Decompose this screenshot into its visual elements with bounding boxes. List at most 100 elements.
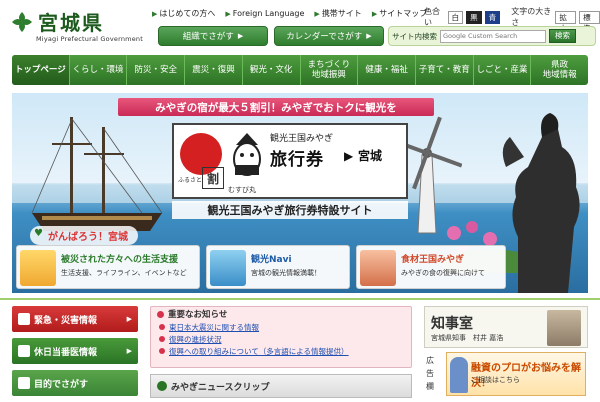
news-clip-header[interactable]: みやぎニュースクリップ [150, 374, 412, 398]
news-icon [157, 381, 167, 391]
util-link-label: サイトマップ [379, 9, 428, 18]
bullet-icon: ▶ [314, 9, 320, 18]
discount-box: 割 [202, 167, 224, 189]
person-illustration-icon [450, 357, 468, 393]
util-link-foreign-language[interactable]: ▶ Foreign Language [225, 8, 304, 19]
global-nav: トップページ くらし・環境 防災・安全 震災・復興 観光・文化 まちづくり 地域… [12, 55, 588, 85]
org-search-button[interactable]: 組織でさがす ▶ [158, 26, 268, 46]
ticket-site-title[interactable]: 観光王国みやぎ旅行券特設サイト [172, 201, 408, 219]
boat-illustration-icon [210, 250, 246, 286]
bullet-icon: ▶ [152, 9, 158, 18]
hero-banner[interactable]: みやぎの宿が最大５割引！みやぎでおトクに観光を ふるさと 割 むすび丸 観光王国… [12, 93, 588, 293]
emergency-info-button[interactable]: 緊急・災害情報 ▶ [12, 306, 138, 332]
ad-subtext: ご相談はこちら [471, 376, 520, 384]
nav-top[interactable]: トップページ [12, 55, 70, 85]
promo-food-kingdom[interactable]: 食材王国みやぎ みやぎの食の復興に向けて [356, 245, 506, 289]
promo-tourism-navi[interactable]: 観光Navi 宮城の観光情報満載！ [206, 245, 350, 289]
governor-office[interactable]: 知事室 宮城県知事 村井 嘉浩 [424, 306, 588, 348]
color-blue-button[interactable]: 青 [484, 10, 501, 24]
notice-link-label: 復興への取り組みについて（多言語による情報提供） [169, 346, 349, 356]
arrow-right-icon: ▶ [344, 149, 354, 163]
ticket-subtitle: 観光王国みやぎ [270, 134, 334, 144]
bullet-icon: ▶ [371, 9, 378, 18]
promo-title: 観光Navi [251, 255, 292, 265]
banner-headline: みやぎの宿が最大５割引！みやぎでおトクに観光を [118, 98, 434, 116]
font-standard-button[interactable]: 標準 [579, 10, 600, 33]
ganbaro-text: がんばろう！宮城 [48, 232, 128, 243]
ad-banner[interactable]: 融資のプロがお悩みを解決！ ご相談はこちら [446, 352, 586, 396]
promo-title: 被災された方々への生活支援 [61, 255, 179, 265]
holiday-doctor-button[interactable]: 休日当番医情報 ▶ [12, 338, 138, 364]
notice-header: 重要なお知らせ [151, 307, 411, 321]
util-link-sitemap[interactable]: ▶ サイトマップ [372, 8, 427, 19]
logo-subtitle: Miyagi Prefectural Government [36, 35, 143, 43]
arrow-right-icon: ▶ [237, 32, 244, 40]
section-divider [0, 298, 600, 300]
bullet-icon: ▶ [225, 9, 231, 18]
ad-label: 広告欄 [426, 356, 434, 391]
notice-link-label: 復興の進捗状況 [169, 334, 222, 344]
notice-link[interactable]: 東日本大震災に関する情報 [159, 321, 411, 333]
color-black-button[interactable]: 黒 [466, 10, 482, 24]
governor-photo [547, 310, 581, 346]
util-link-first-time[interactable]: ▶ はじめての方へ [152, 8, 215, 19]
list-icon [18, 377, 30, 389]
calendar-search-label: カレンダーでさがす [286, 32, 363, 42]
nav-community[interactable]: まちづくり 地域振興 [301, 55, 359, 85]
site-search: サイト内検索 検索 [388, 26, 596, 46]
bullet-icon [159, 348, 165, 354]
logo-title: 宮城県 [38, 11, 104, 35]
notice-dot-icon [157, 310, 164, 318]
promo-life-support[interactable]: 被災された方々への生活支援 生活支援、ライフライン、イベントなど [16, 245, 200, 289]
ticket-title: 旅行券 [270, 150, 324, 170]
holiday-doctor-label: 休日当番医情報 [34, 347, 98, 358]
heart-icon: ♥ [34, 228, 43, 239]
notice-title: 重要なお知らせ [168, 310, 228, 320]
notice-link[interactable]: 復興の進捗状況 [159, 333, 411, 345]
left-menu: 緊急・災害情報 ▶ 休日当番医情報 ▶ 目的でさがす [12, 306, 138, 402]
furusato-label: ふるさと [178, 177, 203, 184]
emergency-label: 緊急・災害情報 [34, 315, 98, 326]
nav-health[interactable]: 健康・福祉 [358, 55, 416, 85]
arrow-right-icon: ▶ [126, 347, 132, 355]
sailing-ship-illustration [31, 117, 163, 231]
util-link-label: はじめての方へ [159, 9, 216, 18]
font-enlarge-button[interactable]: 拡大 [555, 10, 577, 33]
nav-living[interactable]: くらし・環境 [70, 55, 128, 85]
family-illustration-icon [20, 250, 56, 286]
notice-list: 東日本大震災に関する情報 復興の進捗状況 復興への取り組みについて（多言語による… [151, 321, 411, 357]
medical-cross-icon [18, 345, 30, 357]
util-link-label: 携帯サイト [321, 9, 362, 18]
bullet-icon [159, 324, 165, 330]
nav-tourism[interactable]: 観光・文化 [243, 55, 301, 85]
horse-statue-illustration [502, 113, 580, 293]
nav-government[interactable]: 県政 地域情報 [531, 55, 588, 85]
promo-title: 食材王国みやぎ [401, 255, 465, 265]
travel-ticket-panel[interactable]: ふるさと 割 むすび丸 観光王国みやぎ 旅行券 ▶ 宮城 [172, 123, 408, 199]
purpose-search-button[interactable]: 目的でさがす [12, 370, 138, 396]
utility-links: ▶ はじめての方へ ▶ Foreign Language ▶ 携帯サイト ▶ サイトマッ… [152, 8, 427, 19]
util-link-mobile[interactable]: ▶ 携帯サイト [314, 8, 361, 19]
arrow-right-icon: ▶ [366, 32, 372, 40]
calendar-search-button[interactable]: カレンダーでさがす ▶ [274, 26, 384, 46]
mascot-name: むすび丸 [228, 186, 256, 194]
food-illustration-icon [360, 250, 396, 286]
governor-title: 知事室 [431, 316, 473, 332]
promo-subtitle: 宮城の観光情報満載！ [251, 269, 321, 277]
util-link-label: Foreign Language [232, 9, 305, 18]
promo-subtitle: みやぎの食の復興に向けて [401, 269, 485, 277]
nav-education[interactable]: 子育て・教育 [416, 55, 474, 85]
promo-subtitle: 生活支援、ライフライン、イベントなど [61, 269, 187, 277]
notice-link[interactable]: 復興への取り組みについて（多言語による情報提供） [159, 345, 411, 357]
alert-icon [18, 313, 30, 325]
font-size-label: 文字の大きさ [511, 7, 552, 27]
search-label: サイト内検索 [392, 31, 437, 41]
nav-recovery[interactable]: 震災・復興 [185, 55, 243, 85]
color-white-button[interactable]: 白 [447, 10, 464, 24]
site-logo[interactable]: 宮城県 Miyagi Prefectural Government [8, 4, 148, 46]
nav-industry[interactable]: しごと・産業 [474, 55, 532, 85]
governor-name: 宮城県知事 村井 嘉浩 [431, 334, 504, 342]
nav-disaster[interactable]: 防災・安全 [127, 55, 186, 85]
search-input[interactable] [440, 29, 546, 43]
search-button[interactable]: 検索 [549, 29, 576, 43]
